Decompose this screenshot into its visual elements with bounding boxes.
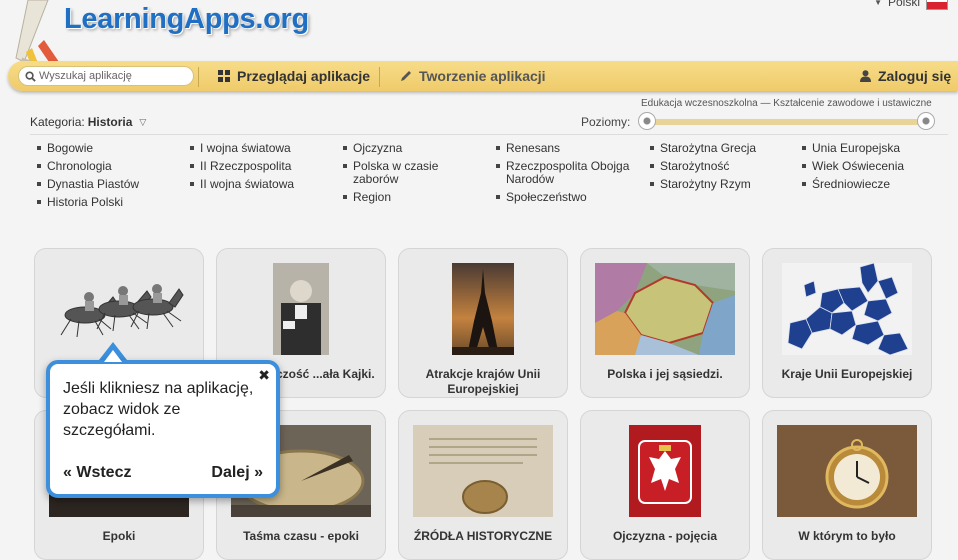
- category-link[interactable]: Rzeczpospolita Obojga Narodów: [496, 160, 646, 186]
- poland-map-image: [595, 263, 735, 355]
- levels-slider-max-handle[interactable]: [917, 112, 935, 130]
- category-value: Historia: [87, 115, 133, 129]
- category-link[interactable]: Ojczyzna: [343, 142, 493, 155]
- category-column: I wojna światowa II Rzeczpospolita II wo…: [190, 138, 340, 196]
- search-icon: [25, 70, 36, 82]
- login-label: Zaloguj się: [878, 68, 952, 84]
- eu-map-image: [782, 263, 912, 355]
- nav-browse-label: Przeglądaj aplikacje: [237, 68, 371, 84]
- tooltip-text: Jeśli klikniesz na aplikację, zobacz wid…: [63, 380, 254, 439]
- app-title: Taśma czasu - epoki: [243, 529, 359, 543]
- category-column: Starożytna Grecja Starożytność Starożytn…: [650, 138, 800, 196]
- category-link[interactable]: Chronologia: [37, 160, 187, 173]
- nav-separator: [379, 67, 380, 87]
- category-column: Renesans Rzeczpospolita Obojga Narodów S…: [496, 138, 646, 209]
- flag-icon: [926, 0, 948, 10]
- category-link[interactable]: II wojna światowa: [190, 178, 340, 191]
- category-link[interactable]: Społeczeństwo: [496, 191, 646, 204]
- language-selector[interactable]: ▼ Polski: [874, 0, 948, 10]
- app-card[interactable]: Kraje Unii Europejskiej: [762, 248, 932, 398]
- app-card[interactable]: W którym to było: [762, 410, 932, 560]
- active-nav-pointer: [286, 86, 298, 92]
- category-link[interactable]: Bogowie: [37, 142, 187, 155]
- horse-race-image: [60, 284, 184, 338]
- category-link[interactable]: Polska w czasie zaborów: [343, 160, 463, 186]
- tooltip-next-button[interactable]: Dalej »: [211, 464, 263, 482]
- app-title: Atrakcje krajów Unii Europejskiej: [425, 367, 541, 396]
- app-title: W którym to było: [798, 529, 896, 543]
- category-link[interactable]: I wojna światowa: [190, 142, 340, 155]
- chevron-down-icon: ▼: [874, 0, 882, 7]
- category-column: Bogowie Chronologia Dynastia Piastów His…: [37, 138, 187, 214]
- pocket-watch-image: [777, 425, 917, 517]
- category-link[interactable]: Unia Europejska: [802, 142, 952, 155]
- nav-separator: [198, 67, 199, 87]
- category-link[interactable]: Starożytna Grecja: [650, 142, 800, 155]
- levels-label: Poziomy:: [581, 115, 631, 129]
- category-link[interactable]: II Rzeczpospolita: [190, 160, 340, 173]
- app-title: ŹRÓDŁA HISTORYCZNE: [413, 529, 553, 543]
- user-icon: [860, 70, 871, 82]
- tooltip-back-button[interactable]: « Wstecz: [63, 464, 131, 482]
- portrait-photo-image: [273, 263, 329, 355]
- caret-down-icon: ▽: [139, 116, 147, 127]
- polish-emblem-image: [629, 425, 701, 517]
- category-label: Kategoria:: [30, 115, 85, 129]
- category-link[interactable]: Region: [343, 191, 493, 204]
- help-tooltip: ✖ Jeśli klikniesz na aplikację, zobacz w…: [46, 360, 280, 498]
- app-card[interactable]: Polska i jej sąsiedzi.: [580, 248, 750, 398]
- app-title: Kraje Unii Europejskiej: [781, 367, 913, 381]
- app-card[interactable]: ŹRÓDŁA HISTORYCZNE: [398, 410, 568, 560]
- levels-slider-track[interactable]: [640, 119, 932, 125]
- language-label: Polski: [887, 0, 920, 9]
- category-link[interactable]: Wiek Oświecenia: [802, 160, 952, 173]
- grid-icon: [218, 70, 230, 82]
- app-title: Epoki: [102, 529, 136, 543]
- category-column: Unia Europejska Wiek Oświecenia Średniow…: [802, 138, 952, 196]
- category-column: Ojczyzna Polska w czasie zaborów Region: [343, 138, 493, 209]
- category-link[interactable]: Renesans: [496, 142, 646, 155]
- levels-range-text: Edukacja wczesnoszkolna — Kształcenie za…: [641, 98, 932, 109]
- pencil-icon: [401, 71, 411, 81]
- category-link[interactable]: Średniowiecze: [802, 178, 952, 191]
- search-box: [18, 66, 194, 86]
- header: LearningApps.org ▼ Polski: [0, 0, 958, 90]
- category-selector[interactable]: Kategoria: Historia ▽: [30, 115, 146, 129]
- historic-document-image: [413, 425, 553, 517]
- search-input[interactable]: [36, 70, 189, 82]
- category-link[interactable]: Dynastia Piastów: [37, 178, 187, 191]
- app-title: Ojczyzna - pojęcia: [612, 529, 718, 543]
- category-link[interactable]: Starożytność: [650, 160, 800, 173]
- app-title: Polska i jej sąsiedzi.: [607, 367, 723, 381]
- app-card[interactable]: Atrakcje krajów Unii Europejskiej: [398, 248, 568, 398]
- app-card[interactable]: Ojczyzna - pojęcia: [580, 410, 750, 560]
- divider: [30, 134, 948, 135]
- category-link[interactable]: Historia Polski: [37, 196, 187, 209]
- nav-create-label: Tworzenie aplikacji: [419, 68, 546, 84]
- nav-create-app[interactable]: Tworzenie aplikacji: [400, 61, 546, 91]
- tooltip-arrow-inner: [104, 350, 122, 362]
- site-logo[interactable]: LearningApps.org: [64, 3, 309, 36]
- levels-slider-min-handle[interactable]: [638, 112, 656, 130]
- eiffel-tower-image: [452, 263, 514, 355]
- main-navbar: Przeglądaj aplikacje Tworzenie aplikacji…: [8, 61, 958, 91]
- category-link[interactable]: Starożytny Rzym: [650, 178, 800, 191]
- login-button[interactable]: Zaloguj się: [860, 61, 951, 91]
